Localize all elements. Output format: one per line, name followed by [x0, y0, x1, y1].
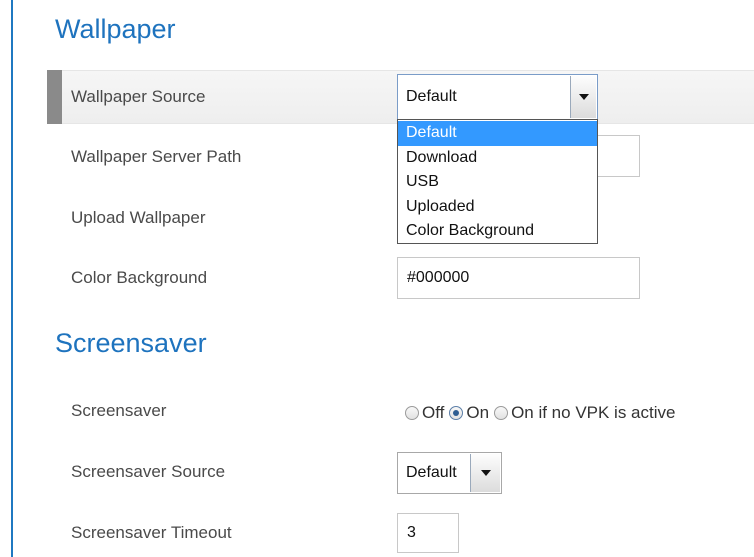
screensaver-source-value: Default: [406, 464, 457, 481]
screensaver-timeout-label: Screensaver Timeout: [71, 523, 232, 542]
radio-on[interactable]: [449, 406, 464, 420]
wallpaper-server-path-label: Wallpaper Server Path: [71, 147, 242, 166]
screensaver-section-title: Screensaver: [55, 328, 207, 358]
wallpaper-source-dropdown-list[interactable]: Default Download USB Uploaded Color Back…: [397, 119, 598, 244]
radio-selected-dot: [453, 410, 460, 416]
option-usb[interactable]: USB: [398, 170, 597, 195]
radio-on-if-no-vpk-label: On if no VPK is active: [511, 403, 676, 422]
color-background-label: Color Background: [71, 268, 208, 287]
chevron-down-icon: [480, 470, 491, 476]
color-background-input[interactable]: #000000: [397, 257, 640, 299]
chevron-down-icon: [578, 94, 589, 100]
active-row-marker: [47, 70, 62, 124]
radio-off-label: Off: [422, 403, 445, 422]
upload-wallpaper-label: Upload Wallpaper: [71, 208, 206, 227]
screensaver-timeout-input[interactable]: 3: [397, 513, 459, 553]
wallpaper-source-value: Default: [406, 88, 457, 105]
option-default[interactable]: Default: [398, 121, 597, 146]
option-download[interactable]: Download: [398, 146, 597, 171]
dropdown-toggle-button[interactable]: [470, 454, 500, 492]
screensaver-source-select[interactable]: Default: [397, 452, 502, 494]
option-uploaded[interactable]: Uploaded: [398, 195, 597, 220]
screensaver-mode-label: Screensaver: [71, 401, 167, 420]
radio-on-label: On: [466, 403, 490, 422]
screensaver-mode-radio-group: Off On On if no VPK is active: [405, 402, 680, 424]
wallpaper-source-label: Wallpaper Source: [71, 87, 206, 106]
wallpaper-section-title: Wallpaper: [55, 14, 176, 44]
option-color-background[interactable]: Color Background: [398, 219, 597, 244]
radio-off[interactable]: [405, 406, 419, 420]
radio-on-if-no-vpk[interactable]: [494, 406, 509, 420]
dropdown-toggle-button[interactable]: [570, 76, 596, 118]
screensaver-source-label: Screensaver Source: [71, 462, 226, 481]
wallpaper-source-select[interactable]: Default: [397, 74, 598, 120]
frame-border: [11, 0, 13, 557]
